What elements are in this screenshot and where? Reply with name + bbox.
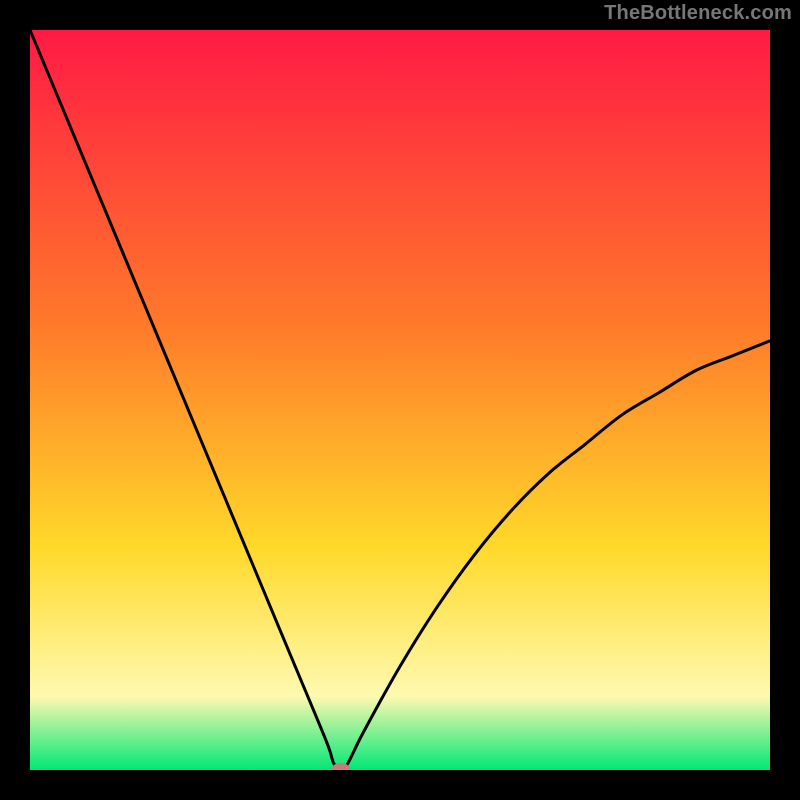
watermark-text: TheBottleneck.com <box>604 2 792 25</box>
chart-frame: TheBottleneck.com <box>0 0 800 800</box>
gradient-background <box>30 30 770 770</box>
plot-svg <box>30 30 770 770</box>
plot-area <box>30 30 770 770</box>
